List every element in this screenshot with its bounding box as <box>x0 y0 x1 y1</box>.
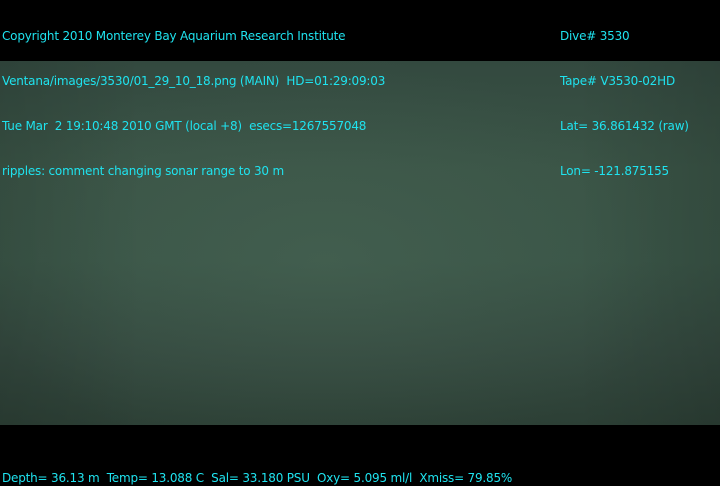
timestamp-line: Tue Mar 2 19:10:48 2010 GMT (local +8) e… <box>2 119 367 133</box>
video-frame: Copyright 2010 Monterey Bay Aquarium Res… <box>0 0 720 486</box>
dive-number: Dive# 3530 <box>560 29 630 43</box>
header-info-right: Dive# 3530 Tape# V3530-02HD Lat= 36.8614… <box>560 0 689 209</box>
header-info-left: Copyright 2010 Monterey Bay Aquarium Res… <box>2 0 385 209</box>
sensor-readout: Depth= 36.13 m Temp= 13.088 C Sal= 33.18… <box>2 471 513 485</box>
latitude: Lat= 36.861432 (raw) <box>560 119 689 133</box>
longitude: Lon= -121.875155 <box>560 164 669 178</box>
image-path-line: Ventana/images/3530/01_29_10_18.png (MAI… <box>2 74 386 88</box>
copyright-line: Copyright 2010 Monterey Bay Aquarium Res… <box>2 29 346 43</box>
comment-line: ripples: comment changing sonar range to… <box>2 164 284 178</box>
tape-number: Tape# V3530-02HD <box>560 74 675 88</box>
